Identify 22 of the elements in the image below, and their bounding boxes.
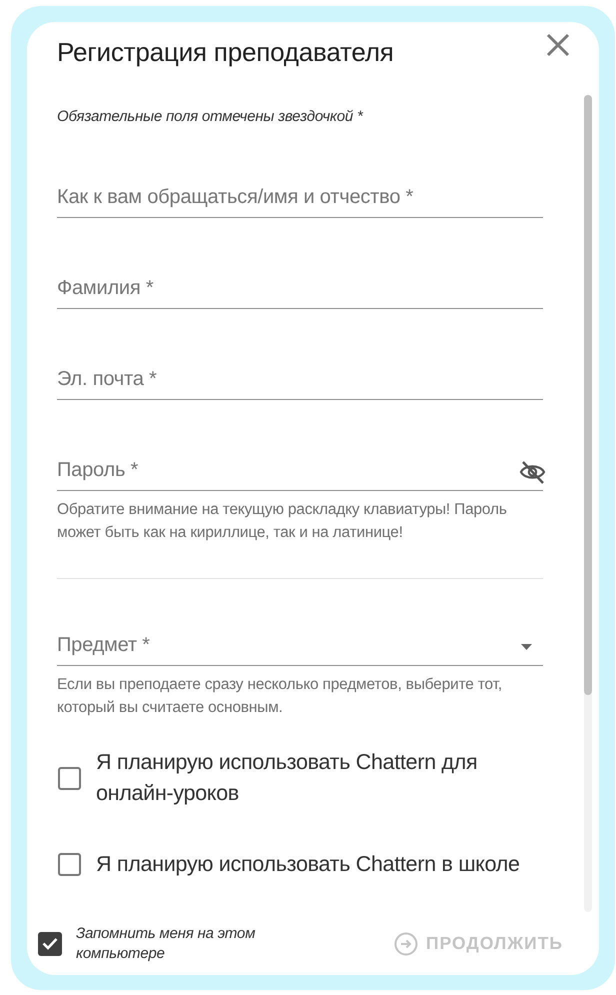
checkbox-label[interactable]: Запомнить меня на этом компьютере [76,924,276,964]
close-button[interactable] [544,31,572,59]
close-icon [546,33,570,57]
scrollbar-thumb[interactable] [584,95,592,695]
checkbox[interactable] [58,853,81,876]
input-field[interactable]: Фамилия * [57,269,543,309]
password-field[interactable]: Пароль * [57,451,543,491]
select-field[interactable]: Предмет * [57,626,543,666]
dialog-title: Регистрация преподавателя [57,37,394,67]
checkbox[interactable] [58,766,81,790]
required-fields-note: Обязательные поля отмечены звездочкой * [57,108,364,126]
check-icon [42,937,58,950]
helper-text: Если вы преподаете сразу несколько предметов, выберите тот, который вы считаете основным. [57,675,503,718]
checkbox-label[interactable]: Я планирую использовать Chattern в школе [96,849,520,880]
checkbox[interactable] [38,932,62,956]
checkbox-label[interactable]: Я планирую использовать Chattern для онлайн-уроков [96,747,543,809]
input-field[interactable]: Эл. почта * [57,360,543,400]
helper-text: Обратите внимание на текущую раскладку клавиатуры! Пароль может быть как на кириллице, так и на латинице! [57,500,508,543]
eye-slash-icon[interactable] [519,460,546,484]
dropdown-caret-icon [521,644,532,650]
input-field[interactable]: Как к вам обращаться/имя и отчество * [57,178,543,218]
arrow-circle-icon [394,932,418,956]
